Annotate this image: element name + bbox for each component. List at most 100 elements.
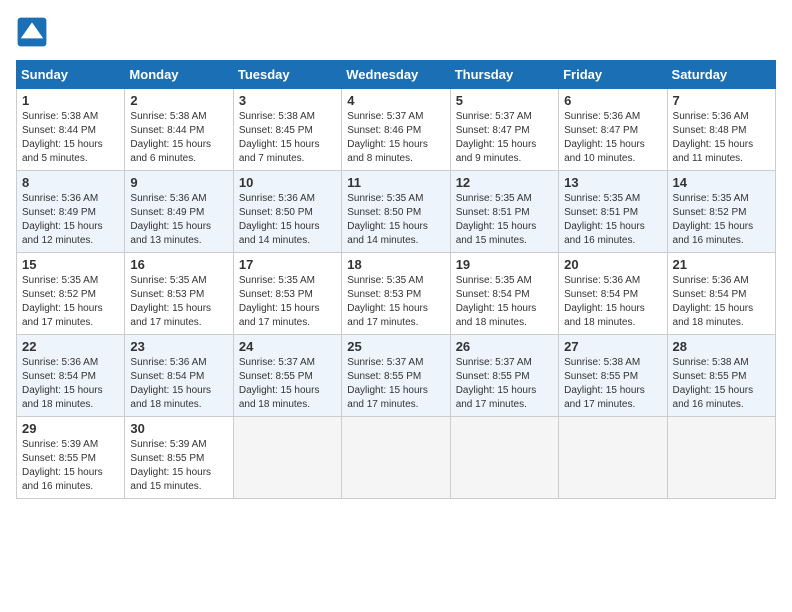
calendar-day-cell: 21 Sunrise: 5:36 AMSunset: 8:54 PMDayligh… <box>667 253 775 335</box>
day-info: Sunrise: 5:35 AMSunset: 8:53 PMDaylight:… <box>239 274 336 330</box>
day-info: Sunrise: 5:36 AMSunset: 8:54 PMDaylight:… <box>130 356 227 412</box>
calendar-day-cell <box>667 417 775 499</box>
day-info: Sunrise: 5:35 AMSunset: 8:51 PMDaylight:… <box>456 192 553 248</box>
day-number: 30 <box>130 421 227 436</box>
calendar-day-cell: 30Sunrise: 5:39 AMSunset: 8:55 PMDayligh… <box>125 417 233 499</box>
calendar-day-cell: 28 Sunrise: 5:38 AMSunset: 8:55 PMDayligh… <box>667 335 775 417</box>
day-info: Sunrise: 5:37 AMSunset: 8:55 PMDaylight:… <box>239 356 336 412</box>
day-info: Sunrise: 5:37 AMSunset: 8:55 PMDaylight:… <box>347 356 444 412</box>
day-number: 17 <box>239 257 336 272</box>
day-info: Sunrise: 5:35 AMSunset: 8:52 PMDaylight:… <box>22 274 119 330</box>
day-number: 12 <box>456 175 553 190</box>
weekday-header-monday: Monday <box>125 61 233 89</box>
day-number: 19 <box>456 257 553 272</box>
calendar-day-cell: 8 Sunrise: 5:36 AMSunset: 8:49 PMDaylight… <box>17 171 125 253</box>
day-number: 26 <box>456 339 553 354</box>
calendar-table: SundayMondayTuesdayWednesdayThursdayFrid… <box>16 60 776 499</box>
day-info: Sunrise: 5:38 AMSunset: 8:44 PMDaylight:… <box>130 110 227 166</box>
weekday-header-tuesday: Tuesday <box>233 61 341 89</box>
calendar-day-cell: 23 Sunrise: 5:36 AMSunset: 8:54 PMDayligh… <box>125 335 233 417</box>
calendar-day-cell: 12 Sunrise: 5:35 AMSunset: 8:51 PMDayligh… <box>450 171 558 253</box>
day-info: Sunrise: 5:35 AMSunset: 8:51 PMDaylight:… <box>564 192 661 248</box>
calendar-body: 1 Sunrise: 5:38 AMSunset: 8:44 PMDaylight… <box>17 89 776 499</box>
day-info: Sunrise: 5:38 AMSunset: 8:44 PMDaylight:… <box>22 110 119 166</box>
day-number: 7 <box>673 93 770 108</box>
day-number: 20 <box>564 257 661 272</box>
day-info: Sunrise: 5:35 AMSunset: 8:54 PMDaylight:… <box>456 274 553 330</box>
page-header <box>16 16 776 48</box>
calendar-day-cell <box>342 417 450 499</box>
day-number: 27 <box>564 339 661 354</box>
day-info: Sunrise: 5:36 AMSunset: 8:54 PMDaylight:… <box>564 274 661 330</box>
calendar-day-cell: 3 Sunrise: 5:38 AMSunset: 8:45 PMDaylight… <box>233 89 341 171</box>
calendar-day-cell: 6Sunrise: 5:36 AMSunset: 8:47 PMDaylight… <box>559 89 667 171</box>
calendar-day-cell: 2 Sunrise: 5:38 AMSunset: 8:44 PMDaylight… <box>125 89 233 171</box>
day-info: Sunrise: 5:36 AMSunset: 8:48 PMDaylight:… <box>673 110 770 166</box>
day-number: 24 <box>239 339 336 354</box>
calendar-day-cell: 13 Sunrise: 5:35 AMSunset: 8:51 PMDayligh… <box>559 171 667 253</box>
day-info: Sunrise: 5:37 AMSunset: 8:55 PMDaylight:… <box>456 356 553 412</box>
day-info: Sunrise: 5:36 AMSunset: 8:49 PMDaylight:… <box>130 192 227 248</box>
calendar-header: SundayMondayTuesdayWednesdayThursdayFrid… <box>17 61 776 89</box>
calendar-day-cell: 27 Sunrise: 5:38 AMSunset: 8:55 PMDayligh… <box>559 335 667 417</box>
day-number: 29 <box>22 421 119 436</box>
weekday-header-row: SundayMondayTuesdayWednesdayThursdayFrid… <box>17 61 776 89</box>
calendar-day-cell <box>559 417 667 499</box>
weekday-header-sunday: Sunday <box>17 61 125 89</box>
day-info: Sunrise: 5:35 AMSunset: 8:53 PMDaylight:… <box>130 274 227 330</box>
calendar-day-cell: 4 Sunrise: 5:37 AMSunset: 8:46 PMDaylight… <box>342 89 450 171</box>
day-number: 2 <box>130 93 227 108</box>
calendar-day-cell: 17 Sunrise: 5:35 AMSunset: 8:53 PMDayligh… <box>233 253 341 335</box>
calendar-day-cell: 20 Sunrise: 5:36 AMSunset: 8:54 PMDayligh… <box>559 253 667 335</box>
day-info: Sunrise: 5:38 AMSunset: 8:55 PMDaylight:… <box>564 356 661 412</box>
day-info: Sunrise: 5:37 AMSunset: 8:46 PMDaylight:… <box>347 110 444 166</box>
logo-icon <box>16 16 48 48</box>
day-number: 9 <box>130 175 227 190</box>
day-number: 23 <box>130 339 227 354</box>
logo <box>16 16 52 48</box>
weekday-header-wednesday: Wednesday <box>342 61 450 89</box>
day-info: Sunrise: 5:38 AMSunset: 8:55 PMDaylight:… <box>673 356 770 412</box>
calendar-week-row: 8 Sunrise: 5:36 AMSunset: 8:49 PMDaylight… <box>17 171 776 253</box>
day-info: Sunrise: 5:38 AMSunset: 8:45 PMDaylight:… <box>239 110 336 166</box>
day-info: Sunrise: 5:36 AMSunset: 8:50 PMDaylight:… <box>239 192 336 248</box>
calendar-day-cell: 24 Sunrise: 5:37 AMSunset: 8:55 PMDayligh… <box>233 335 341 417</box>
day-number: 14 <box>673 175 770 190</box>
day-number: 21 <box>673 257 770 272</box>
calendar-day-cell: 25 Sunrise: 5:37 AMSunset: 8:55 PMDayligh… <box>342 335 450 417</box>
calendar-day-cell: 16Sunrise: 5:35 AMSunset: 8:53 PMDayligh… <box>125 253 233 335</box>
day-info: Sunrise: 5:37 AMSunset: 8:47 PMDaylight:… <box>456 110 553 166</box>
calendar-day-cell: 29 Sunrise: 5:39 AMSunset: 8:55 PMDayligh… <box>17 417 125 499</box>
day-number: 6 <box>564 93 661 108</box>
day-number: 10 <box>239 175 336 190</box>
day-info: Sunrise: 5:35 AMSunset: 8:53 PMDaylight:… <box>347 274 444 330</box>
calendar-week-row: 1 Sunrise: 5:38 AMSunset: 8:44 PMDaylight… <box>17 89 776 171</box>
day-info: Sunrise: 5:36 AMSunset: 8:49 PMDaylight:… <box>22 192 119 248</box>
day-number: 13 <box>564 175 661 190</box>
calendar-day-cell: 7 Sunrise: 5:36 AMSunset: 8:48 PMDaylight… <box>667 89 775 171</box>
day-number: 18 <box>347 257 444 272</box>
calendar-week-row: 15Sunrise: 5:35 AMSunset: 8:52 PMDayligh… <box>17 253 776 335</box>
calendar-day-cell <box>450 417 558 499</box>
day-info: Sunrise: 5:39 AMSunset: 8:55 PMDaylight:… <box>22 438 119 494</box>
calendar-week-row: 29 Sunrise: 5:39 AMSunset: 8:55 PMDayligh… <box>17 417 776 499</box>
calendar-week-row: 22Sunrise: 5:36 AMSunset: 8:54 PMDayligh… <box>17 335 776 417</box>
calendar-day-cell: 26 Sunrise: 5:37 AMSunset: 8:55 PMDayligh… <box>450 335 558 417</box>
day-number: 3 <box>239 93 336 108</box>
day-number: 28 <box>673 339 770 354</box>
day-number: 4 <box>347 93 444 108</box>
day-number: 8 <box>22 175 119 190</box>
calendar-day-cell: 18 Sunrise: 5:35 AMSunset: 8:53 PMDayligh… <box>342 253 450 335</box>
calendar-day-cell: 19 Sunrise: 5:35 AMSunset: 8:54 PMDayligh… <box>450 253 558 335</box>
day-number: 1 <box>22 93 119 108</box>
day-number: 11 <box>347 175 444 190</box>
calendar-day-cell <box>233 417 341 499</box>
calendar-day-cell: 10 Sunrise: 5:36 AMSunset: 8:50 PMDayligh… <box>233 171 341 253</box>
weekday-header-friday: Friday <box>559 61 667 89</box>
calendar-day-cell: 22Sunrise: 5:36 AMSunset: 8:54 PMDayligh… <box>17 335 125 417</box>
calendar-day-cell: 5Sunrise: 5:37 AMSunset: 8:47 PMDaylight… <box>450 89 558 171</box>
day-info: Sunrise: 5:36 AMSunset: 8:54 PMDaylight:… <box>673 274 770 330</box>
calendar-day-cell: 9 Sunrise: 5:36 AMSunset: 8:49 PMDaylight… <box>125 171 233 253</box>
calendar-day-cell: 1 Sunrise: 5:38 AMSunset: 8:44 PMDaylight… <box>17 89 125 171</box>
day-number: 25 <box>347 339 444 354</box>
